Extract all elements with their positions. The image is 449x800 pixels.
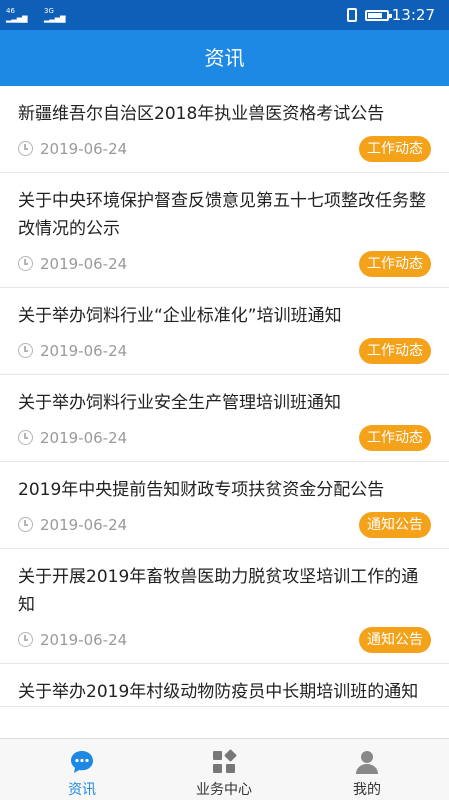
tab-news[interactable]: 资讯	[7, 739, 157, 800]
news-title: 关于举办饲料行业安全生产管理培训班通知	[18, 393, 341, 413]
category-badge: 工作动态	[359, 136, 431, 162]
vibrate-icon	[347, 8, 357, 22]
news-title: 关于举办饲料行业“企业标准化”培训班通知	[18, 306, 342, 326]
news-title: 关于举办2019年村级动物防疫员中长期培训班的通知	[18, 682, 419, 702]
news-item[interactable]: 关于中央环境保护督查反馈意见第五十七项整改任务整改情况的公示 2019-06-2…	[0, 173, 449, 288]
page-title: 资讯	[0, 30, 449, 86]
category-badge: 工作动态	[359, 425, 431, 451]
clock-icon	[18, 141, 33, 156]
news-date: 2019-06-24	[18, 514, 127, 536]
news-date: 2019-06-24	[18, 427, 127, 449]
category-badge: 通知公告	[359, 512, 431, 538]
signal-icon-1: 46 ▂▃▅▇	[6, 7, 28, 23]
news-title: 关于中央环境保护督查反馈意见第五十七项整改任务整改情况的公示	[18, 191, 426, 239]
news-date: 2019-06-24	[18, 253, 127, 275]
news-item[interactable]: 关于举办饲料行业安全生产管理培训班通知 2019-06-24 工作动态	[0, 375, 449, 462]
clock-icon	[18, 256, 33, 271]
news-date: 2019-06-24	[18, 340, 127, 362]
clock-icon	[18, 517, 33, 532]
clock-icon	[18, 632, 33, 647]
clock-icon	[18, 343, 33, 358]
tab-business-center[interactable]: 业务中心	[149, 739, 299, 800]
news-title: 关于开展2019年畜牧兽医助力脱贫攻坚培训工作的通知	[18, 567, 419, 615]
category-badge: 工作动态	[359, 338, 431, 364]
tab-profile[interactable]: 我的	[292, 739, 442, 800]
person-icon	[356, 751, 378, 774]
tab-business-center-label: 业务中心	[196, 782, 252, 798]
news-date: 2019-06-24	[18, 629, 127, 651]
battery-icon	[365, 10, 392, 21]
news-item[interactable]: 新疆维吾尔自治区2018年执业兽医资格考试公告 2019-06-24 工作动态	[0, 86, 449, 173]
tab-profile-label: 我的	[353, 782, 381, 798]
news-title: 2019年中央提前告知财政专项扶贫资金分配公告	[18, 480, 385, 500]
news-list: 新疆维吾尔自治区2018年执业兽医资格考试公告 2019-06-24 工作动态 …	[0, 86, 449, 738]
news-item[interactable]: 关于开展2019年畜牧兽医助力脱贫攻坚培训工作的通知 2019-06-24 通知…	[0, 549, 449, 664]
news-item[interactable]: 2019年中央提前告知财政专项扶贫资金分配公告 2019-06-24 通知公告	[0, 462, 449, 549]
category-badge: 通知公告	[359, 627, 431, 653]
bottom-tab-bar: 资讯 业务中心 我的	[0, 738, 449, 800]
news-title: 新疆维吾尔自治区2018年执业兽医资格考试公告	[18, 104, 385, 124]
chat-bubble-icon	[71, 751, 93, 773]
clock-icon	[18, 430, 33, 445]
news-item[interactable]: 关于举办2019年村级动物防疫员中长期培训班的通知	[0, 664, 449, 707]
grid-apps-icon	[213, 749, 237, 773]
category-badge: 工作动态	[359, 251, 431, 277]
news-item[interactable]: 关于举办饲料行业“企业标准化”培训班通知 2019-06-24 工作动态	[0, 288, 449, 375]
status-time: 13:27	[391, 6, 435, 24]
tab-news-label: 资讯	[68, 782, 96, 798]
status-bar: 46 ▂▃▅▇ 3G ▂▃▅▇ 13:27	[0, 0, 449, 30]
news-date: 2019-06-24	[18, 138, 127, 160]
signal-icon-2: 3G ▂▃▅▇	[44, 7, 66, 23]
